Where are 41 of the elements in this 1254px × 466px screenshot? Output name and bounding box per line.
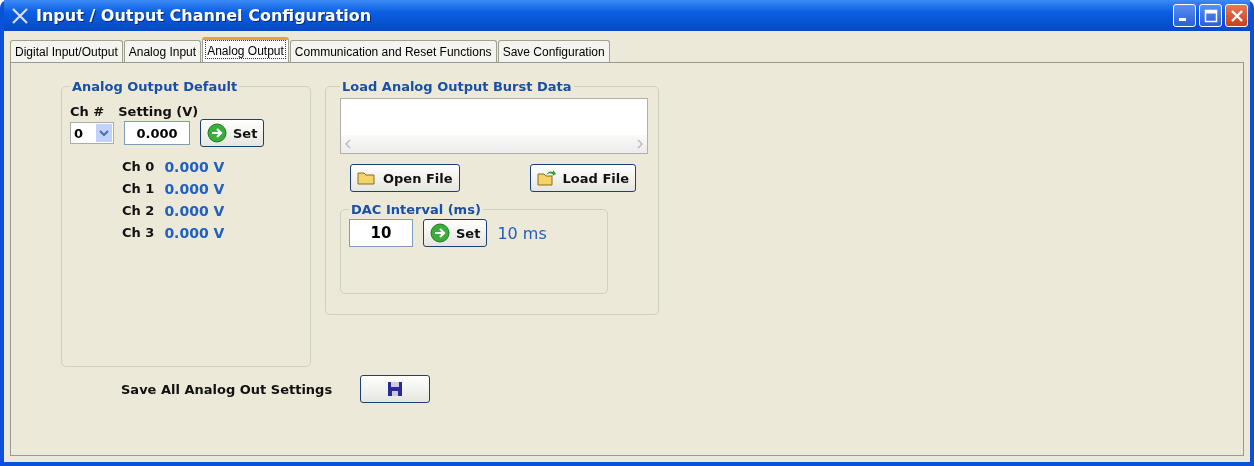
channel-label: Ch 1 (122, 181, 155, 197)
maximize-icon (1203, 8, 1218, 23)
arrow-circle-icon (430, 223, 450, 243)
close-button[interactable] (1225, 4, 1248, 27)
voltage-reading: 0.000 V (164, 203, 225, 219)
tab[interactable]: Communication and Reset Functions (289, 40, 497, 62)
minimize-icon (1179, 18, 1186, 21)
interval-input[interactable]: 10 (349, 219, 413, 247)
channel-label: Ch 0 (122, 159, 155, 175)
close-icon (1229, 8, 1244, 23)
load-file-button[interactable]: Load File (529, 164, 636, 192)
save-button[interactable] (360, 375, 431, 403)
chevron-down-icon (99, 129, 109, 137)
voltage-reading: 0.000 V (164, 181, 225, 197)
group-title: DAC Interval (ms) (350, 202, 482, 217)
set-button[interactable]: Set (200, 119, 265, 147)
maximize-button[interactable] (1199, 4, 1222, 27)
channel-label: Ch 3 (122, 225, 155, 241)
tools-icon (10, 5, 30, 26)
voltage-reading: 0.000 V (164, 159, 225, 175)
voltage-reading: 0.000 V (164, 225, 225, 241)
field-label: Setting (V) (118, 104, 199, 119)
setting-input[interactable]: 0.000 (124, 121, 190, 145)
window-title: Input / Output Channel Configuration (36, 6, 372, 25)
folder-arrow-icon (536, 169, 557, 187)
tab[interactable]: Save Configuration (497, 40, 610, 62)
arrow-circle-icon (207, 123, 227, 143)
field-label: Ch # (70, 104, 105, 119)
group-title: Load Analog Output Burst Data (341, 79, 573, 94)
set-button[interactable]: Set (423, 219, 488, 247)
save-label: Save All Analog Out Settings (121, 381, 333, 397)
channel-label: Ch 2 (122, 203, 155, 219)
channel-dropdown[interactable]: 0 (70, 122, 114, 144)
tab[interactable]: Digital Input/Output (10, 40, 123, 62)
interval-reading: 10 ms (497, 223, 547, 243)
tab[interactable]: Analog Output (202, 37, 289, 62)
open-file-button[interactable]: Open File (350, 164, 460, 192)
minimize-button[interactable] (1173, 4, 1196, 27)
folder-icon (357, 170, 377, 186)
group-title: Analog Output Default (71, 79, 239, 94)
tab[interactable]: Analog Input (123, 40, 202, 62)
